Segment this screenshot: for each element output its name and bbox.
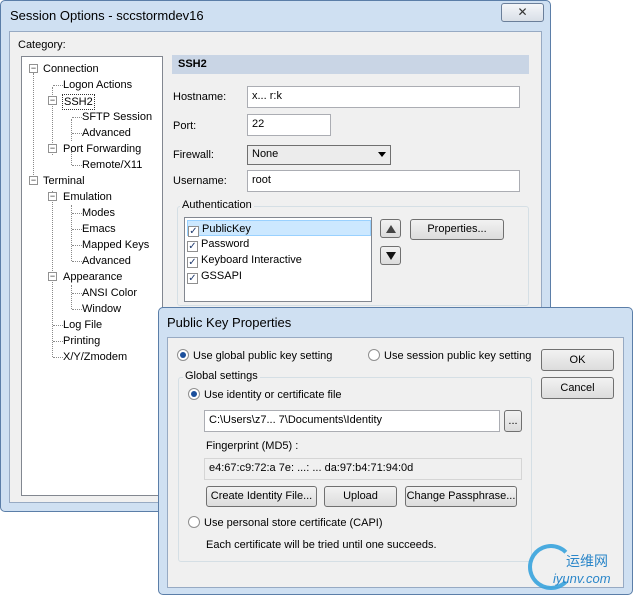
fingerprint-value: e4:67:c9:72:a 7e: ...: ... da:97:b4:71:9… xyxy=(204,458,522,480)
username-input[interactable]: root xyxy=(247,170,520,192)
expander-port-forwarding[interactable]: − xyxy=(48,144,57,153)
upload-button[interactable]: Upload xyxy=(324,486,397,507)
window-title: Session Options - sccstormdev16 xyxy=(10,8,204,23)
hostname-input[interactable]: x... r:k xyxy=(247,86,520,108)
expander-terminal[interactable]: − xyxy=(29,176,38,185)
tree-item-log-file[interactable]: Log File xyxy=(63,318,102,332)
tree-item-ssh2[interactable]: SSH2 xyxy=(62,94,95,110)
collapse-icon: − xyxy=(30,175,37,185)
tree-item-printing[interactable]: Printing xyxy=(63,334,100,348)
collapse-icon: − xyxy=(49,95,56,105)
authentication-group-label: Authentication xyxy=(180,199,254,211)
collapse-icon: − xyxy=(49,271,56,281)
expander-ssh2[interactable]: − xyxy=(48,96,57,105)
browse-button[interactable]: ... xyxy=(504,410,522,432)
triangle-down-icon xyxy=(385,252,396,260)
use-capi-radio[interactable]: Use personal store certificate (CAPI) xyxy=(188,516,383,529)
dialog-title: Public Key Properties xyxy=(167,315,292,330)
expander-emulation[interactable]: − xyxy=(48,192,57,201)
watermark-cn: 运维网 xyxy=(566,553,608,569)
move-up-button[interactable] xyxy=(380,219,401,238)
close-icon: ✕ xyxy=(517,5,528,19)
tree-item-connection[interactable]: Connection xyxy=(43,62,99,76)
use-global-radio[interactable]: Use global public key setting xyxy=(177,349,332,362)
triangle-up-icon xyxy=(385,225,396,233)
expander-appearance[interactable]: − xyxy=(48,272,57,281)
radio-selected-icon xyxy=(177,349,189,361)
tree-item-sftp-session[interactable]: SFTP Session xyxy=(82,110,152,124)
firewall-label: Firewall: xyxy=(173,149,214,161)
tree-item-logon-actions[interactable]: Logon Actions xyxy=(63,78,132,92)
tree-item-ansi-color[interactable]: ANSI Color xyxy=(82,286,137,300)
firewall-select[interactable]: None xyxy=(247,145,391,165)
create-identity-file-button[interactable]: Create Identity File... xyxy=(206,486,317,507)
list-item-gssapi[interactable]: ✓ GSSAPI xyxy=(187,268,242,284)
category-label: Category: xyxy=(18,39,66,51)
tree-item-port-forwarding[interactable]: Port Forwarding xyxy=(63,142,141,156)
chevron-down-icon xyxy=(378,152,386,157)
tree-item-terminal[interactable]: Terminal xyxy=(43,174,85,188)
port-label: Port: xyxy=(173,120,197,132)
hostname-label: Hostname: xyxy=(173,91,227,103)
list-item-keyboard-interactive[interactable]: ✓ Keyboard Interactive xyxy=(187,252,302,268)
radio-unselected-icon xyxy=(188,516,200,528)
checkbox-checked-icon[interactable]: ✓ xyxy=(187,257,198,268)
firewall-value: None xyxy=(252,148,279,160)
radio-selected-icon xyxy=(188,388,200,400)
cancel-button[interactable]: Cancel xyxy=(541,377,614,399)
collapse-icon: − xyxy=(30,63,37,73)
identity-file-input[interactable]: C:\Users\z7... 7\Documents\Identity xyxy=(204,410,500,432)
ok-button[interactable]: OK xyxy=(541,349,614,371)
category-tree[interactable]: − − − − − − Connection Logon Actions SSH… xyxy=(21,56,163,496)
tree-item-appearance[interactable]: Appearance xyxy=(63,270,122,284)
auth-methods-list[interactable]: ✓ PublicKey ✓ Password ✓ Keyboard Interacti… xyxy=(184,217,372,302)
close-button[interactable]: ✕ xyxy=(501,3,544,22)
checkbox-checked-icon[interactable]: ✓ xyxy=(187,273,198,284)
list-item-password[interactable]: ✓ Password xyxy=(187,236,249,252)
use-identity-radio[interactable]: Use identity or certificate file xyxy=(188,388,342,401)
capi-note: Each certificate will be tried until one… xyxy=(206,539,437,551)
port-input[interactable]: 22 xyxy=(247,114,331,136)
checkbox-checked-icon[interactable]: ✓ xyxy=(187,241,198,252)
change-passphrase-button[interactable]: Change Passphrase... xyxy=(405,486,517,507)
tree-item-advanced[interactable]: Advanced xyxy=(82,126,131,140)
tree-item-emacs[interactable]: Emacs xyxy=(82,222,116,236)
tree-item-mapped-keys[interactable]: Mapped Keys xyxy=(82,238,149,252)
list-item-publickey[interactable]: ✓ PublicKey xyxy=(187,220,371,237)
tree-item-modes[interactable]: Modes xyxy=(82,206,115,220)
collapse-icon: − xyxy=(49,143,56,153)
tree-item-emulation[interactable]: Emulation xyxy=(63,190,112,204)
watermark-url: iyunv.com xyxy=(553,571,611,586)
expander-connection[interactable]: − xyxy=(29,64,38,73)
tree-item-advanced-emulation[interactable]: Advanced xyxy=(82,254,131,268)
username-label: Username: xyxy=(173,175,227,187)
fingerprint-label: Fingerprint (MD5) : xyxy=(206,440,299,452)
collapse-icon: − xyxy=(49,191,56,201)
section-header: SSH2 xyxy=(172,55,529,74)
radio-unselected-icon xyxy=(368,349,380,361)
properties-button[interactable]: Properties... xyxy=(410,219,504,240)
tree-item-window[interactable]: Window xyxy=(82,302,121,316)
tree-item-xyzmodem[interactable]: X/Y/Zmodem xyxy=(63,350,127,364)
use-session-radio[interactable]: Use session public key setting xyxy=(368,349,531,362)
move-down-button[interactable] xyxy=(380,246,401,265)
tree-item-remote-x11[interactable]: Remote/X11 xyxy=(82,158,142,172)
global-settings-label: Global settings xyxy=(183,370,260,382)
